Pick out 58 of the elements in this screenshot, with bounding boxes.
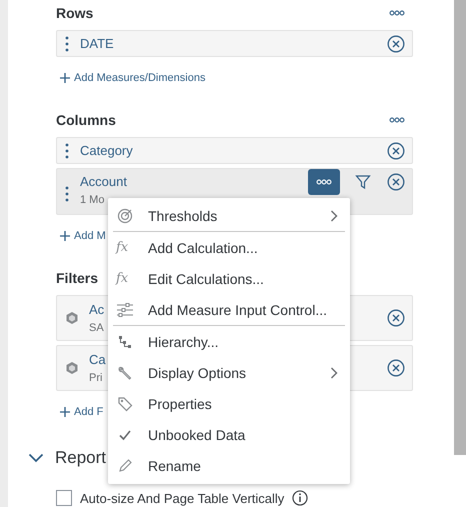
section-title: Rows [56,5,94,21]
field-name: Ac [89,302,104,317]
chevron-right-icon [330,210,338,222]
menu-item[interactable]: Unbooked Data [108,419,350,450]
checkbox[interactable] [56,490,72,506]
drag-handle-icon[interactable] [65,142,69,158]
remove-icon[interactable] [387,359,405,377]
pencil-icon [116,458,134,474]
menu-item[interactable]: fx Edit Calculations... [108,263,350,294]
cube-icon [65,361,79,375]
function-icon: fx [116,240,134,255]
plus-icon [60,231,70,241]
chevron-right-icon [330,366,338,378]
remove-icon[interactable] [387,173,405,191]
menu-item[interactable]: Display Options [108,357,350,388]
menu-item[interactable]: Properties [108,388,350,419]
more-icon [316,179,332,185]
drag-handle-icon[interactable] [65,36,69,52]
menu-item[interactable]: fx Add Calculation... [108,232,350,263]
plus-icon [60,73,70,83]
hierarchy-icon [116,334,134,350]
dimension-item[interactable]: Category [56,137,413,164]
filter-icon[interactable] [355,174,371,190]
section-title: Report [55,448,106,468]
menu-item[interactable]: Rename [108,450,350,481]
info-icon[interactable] [292,490,308,506]
add-link[interactable]: Add F [60,403,104,421]
field-detail: SA [89,322,104,334]
chevron-icon[interactable] [28,453,44,463]
field-name: Account [80,174,127,189]
drag-handle-icon[interactable] [65,186,69,202]
plus-icon [60,407,70,417]
remove-icon[interactable] [387,34,405,52]
checkbox-label: Auto-size And Page Table Vertically [80,490,284,506]
sliders-icon [116,302,134,318]
field-name: Ca [89,352,106,367]
more-icon [389,117,405,123]
section-title: Filters [56,270,98,286]
field-name: Category [80,143,133,158]
remove-icon[interactable] [387,142,405,160]
field-detail: 1 Mo [80,194,104,206]
scrollbar[interactable] [454,0,466,455]
add-link[interactable]: Add Measures/Dimensions [60,69,206,87]
menu-item[interactable]: Add Measure Input Control... [108,294,350,325]
menu-item[interactable]: Hierarchy... [108,326,350,357]
more-button[interactable] [308,169,340,195]
field-detail: Pri [89,372,102,384]
add-link[interactable]: Add M [60,227,106,245]
wrench-icon [116,364,134,380]
cube-icon [65,311,79,325]
remove-icon[interactable] [387,309,405,327]
more-icon [389,10,405,16]
dimension-item[interactable]: DATE [56,30,413,57]
tag-icon [116,396,134,412]
section-title: Columns [56,112,116,128]
target-icon [116,208,134,224]
function-icon: fx [116,271,134,286]
field-name: DATE [80,36,114,51]
